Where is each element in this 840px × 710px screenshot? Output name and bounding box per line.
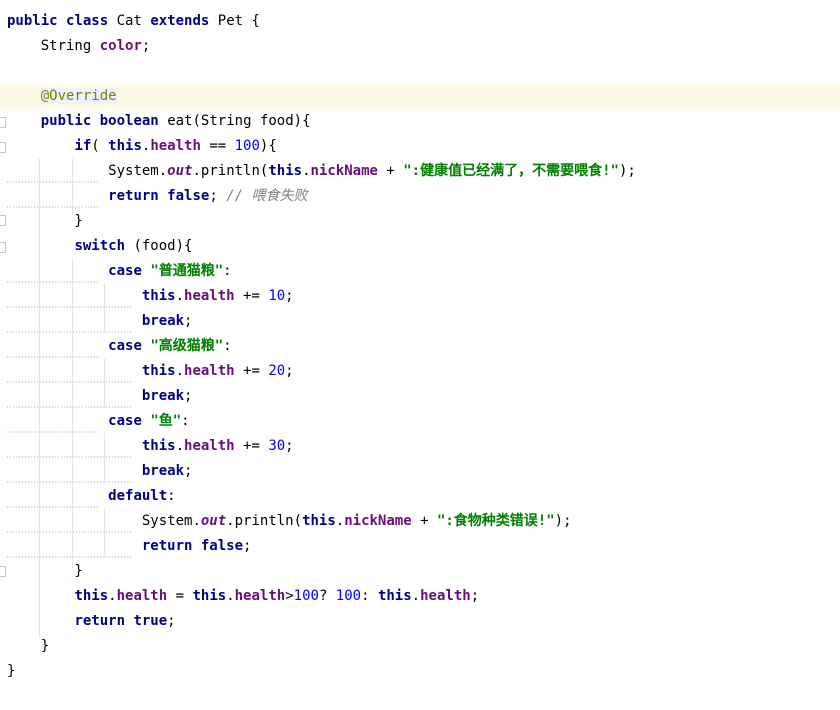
field-name: health [184, 438, 235, 454]
keyword: true [133, 613, 168, 629]
keyword: return [141, 538, 193, 554]
number-literal: 10 [268, 288, 286, 304]
param-name: food [141, 238, 176, 254]
annotation-highlight: @Override [40, 88, 117, 104]
code-line[interactable]: System.out.println(this.nickName + ":健康值… [0, 159, 840, 184]
code-line[interactable]: this.health += 20; [0, 359, 840, 384]
code-line[interactable]: case "普通猫粮": [0, 259, 840, 284]
keyword: break [141, 463, 185, 479]
keyword: this [141, 288, 176, 304]
number-literal: 20 [268, 363, 286, 379]
keyword: this [268, 163, 303, 179]
static-field: out [167, 163, 193, 179]
keyword: public [7, 13, 58, 29]
code-line[interactable]: } [0, 559, 840, 584]
field-name: nickName [310, 163, 378, 179]
number-literal: 30 [268, 438, 286, 454]
code-line[interactable]: default: [0, 484, 840, 509]
code-line[interactable]: if( this.health == 100){ [0, 134, 840, 159]
field-name: color [99, 38, 142, 54]
code-line[interactable]: switch (food){ [0, 234, 840, 259]
keyword: return [108, 188, 159, 204]
code-line[interactable]: this.health = this.health>100? 100: this… [0, 584, 840, 609]
code-line[interactable] [0, 59, 840, 84]
number-literal: 100 [335, 588, 362, 604]
keyword: case [108, 413, 142, 429]
field-name: health [234, 588, 286, 604]
code-line[interactable]: break; [0, 459, 840, 484]
code-line[interactable]: public class Cat extends Pet { [0, 9, 840, 34]
code-line[interactable]: break; [0, 309, 840, 334]
code-line[interactable]: return true; [0, 609, 840, 634]
code-line[interactable]: case "高级猫粮": [0, 334, 840, 359]
current-code-line[interactable]: @Override [0, 84, 840, 109]
string-literal: ":健康值已经满了，不需要喂食!" [403, 163, 619, 179]
field-name: health [116, 588, 168, 604]
code-line[interactable]: } [0, 659, 840, 684]
field-name: health [184, 363, 235, 379]
keyword: return [74, 613, 126, 629]
static-field: out [200, 513, 227, 529]
keyword: switch [74, 238, 126, 254]
number-literal: 100 [293, 588, 319, 604]
number-literal: 100 [234, 138, 260, 154]
keyword: this [192, 588, 227, 604]
code-line[interactable]: break; [0, 384, 840, 409]
keyword: boolean [99, 113, 159, 129]
code-line[interactable]: System.out.println(this.nickName + ":食物种… [0, 509, 840, 534]
code-line[interactable]: return false; [0, 534, 840, 559]
keyword: public [40, 113, 92, 129]
code-line[interactable]: case "鱼": [0, 409, 840, 434]
keyword: false [167, 188, 210, 204]
comment: // 喂食失败 [226, 188, 308, 204]
keyword: if [74, 138, 92, 154]
keyword: this [108, 138, 142, 154]
keyword: this [74, 588, 109, 604]
field-name: nickName [344, 513, 412, 529]
keyword: this [302, 513, 336, 529]
field-name: health [420, 588, 471, 604]
code-line[interactable]: } [0, 634, 840, 659]
class-name: Pet [217, 13, 244, 29]
method-name: println [234, 513, 294, 529]
keyword: this [377, 588, 412, 604]
keyword: case [108, 263, 142, 279]
code-line[interactable]: return false; // 喂食失败 [0, 184, 840, 209]
code-editor[interactable]: public class Cat extends Pet { String co… [0, 0, 840, 710]
param-name: food [259, 113, 294, 129]
code-line[interactable]: public boolean eat(String food){ [0, 109, 840, 134]
class-name: System [141, 513, 193, 529]
keyword: extends [150, 13, 210, 29]
field-name: health [184, 288, 235, 304]
code-line[interactable]: } [0, 209, 840, 234]
keyword: false [200, 538, 244, 554]
keyword: this [141, 363, 176, 379]
keyword: case [108, 338, 142, 354]
code-line[interactable]: this.health += 30; [0, 434, 840, 459]
keyword: default [108, 488, 168, 504]
class-name: System [108, 163, 159, 179]
keyword: class [66, 13, 109, 29]
class-name: Cat [116, 13, 142, 29]
string-literal: "高级猫粮" [150, 338, 224, 354]
string-literal: "普通猫粮" [150, 263, 224, 279]
field-name: health [150, 138, 201, 154]
code-line[interactable]: this.health += 10; [0, 284, 840, 309]
keyword: break [141, 388, 185, 404]
keyword: this [141, 438, 176, 454]
method-name: println [200, 163, 260, 179]
type-name: String [200, 113, 252, 129]
annotation: @Override [40, 88, 117, 104]
string-literal: ":食物种类错误!" [436, 513, 555, 529]
type-name: String [40, 38, 92, 54]
code-line[interactable]: String color; [0, 34, 840, 59]
string-literal: "鱼" [150, 413, 182, 429]
keyword: break [141, 313, 185, 329]
method-name: eat [167, 113, 193, 129]
